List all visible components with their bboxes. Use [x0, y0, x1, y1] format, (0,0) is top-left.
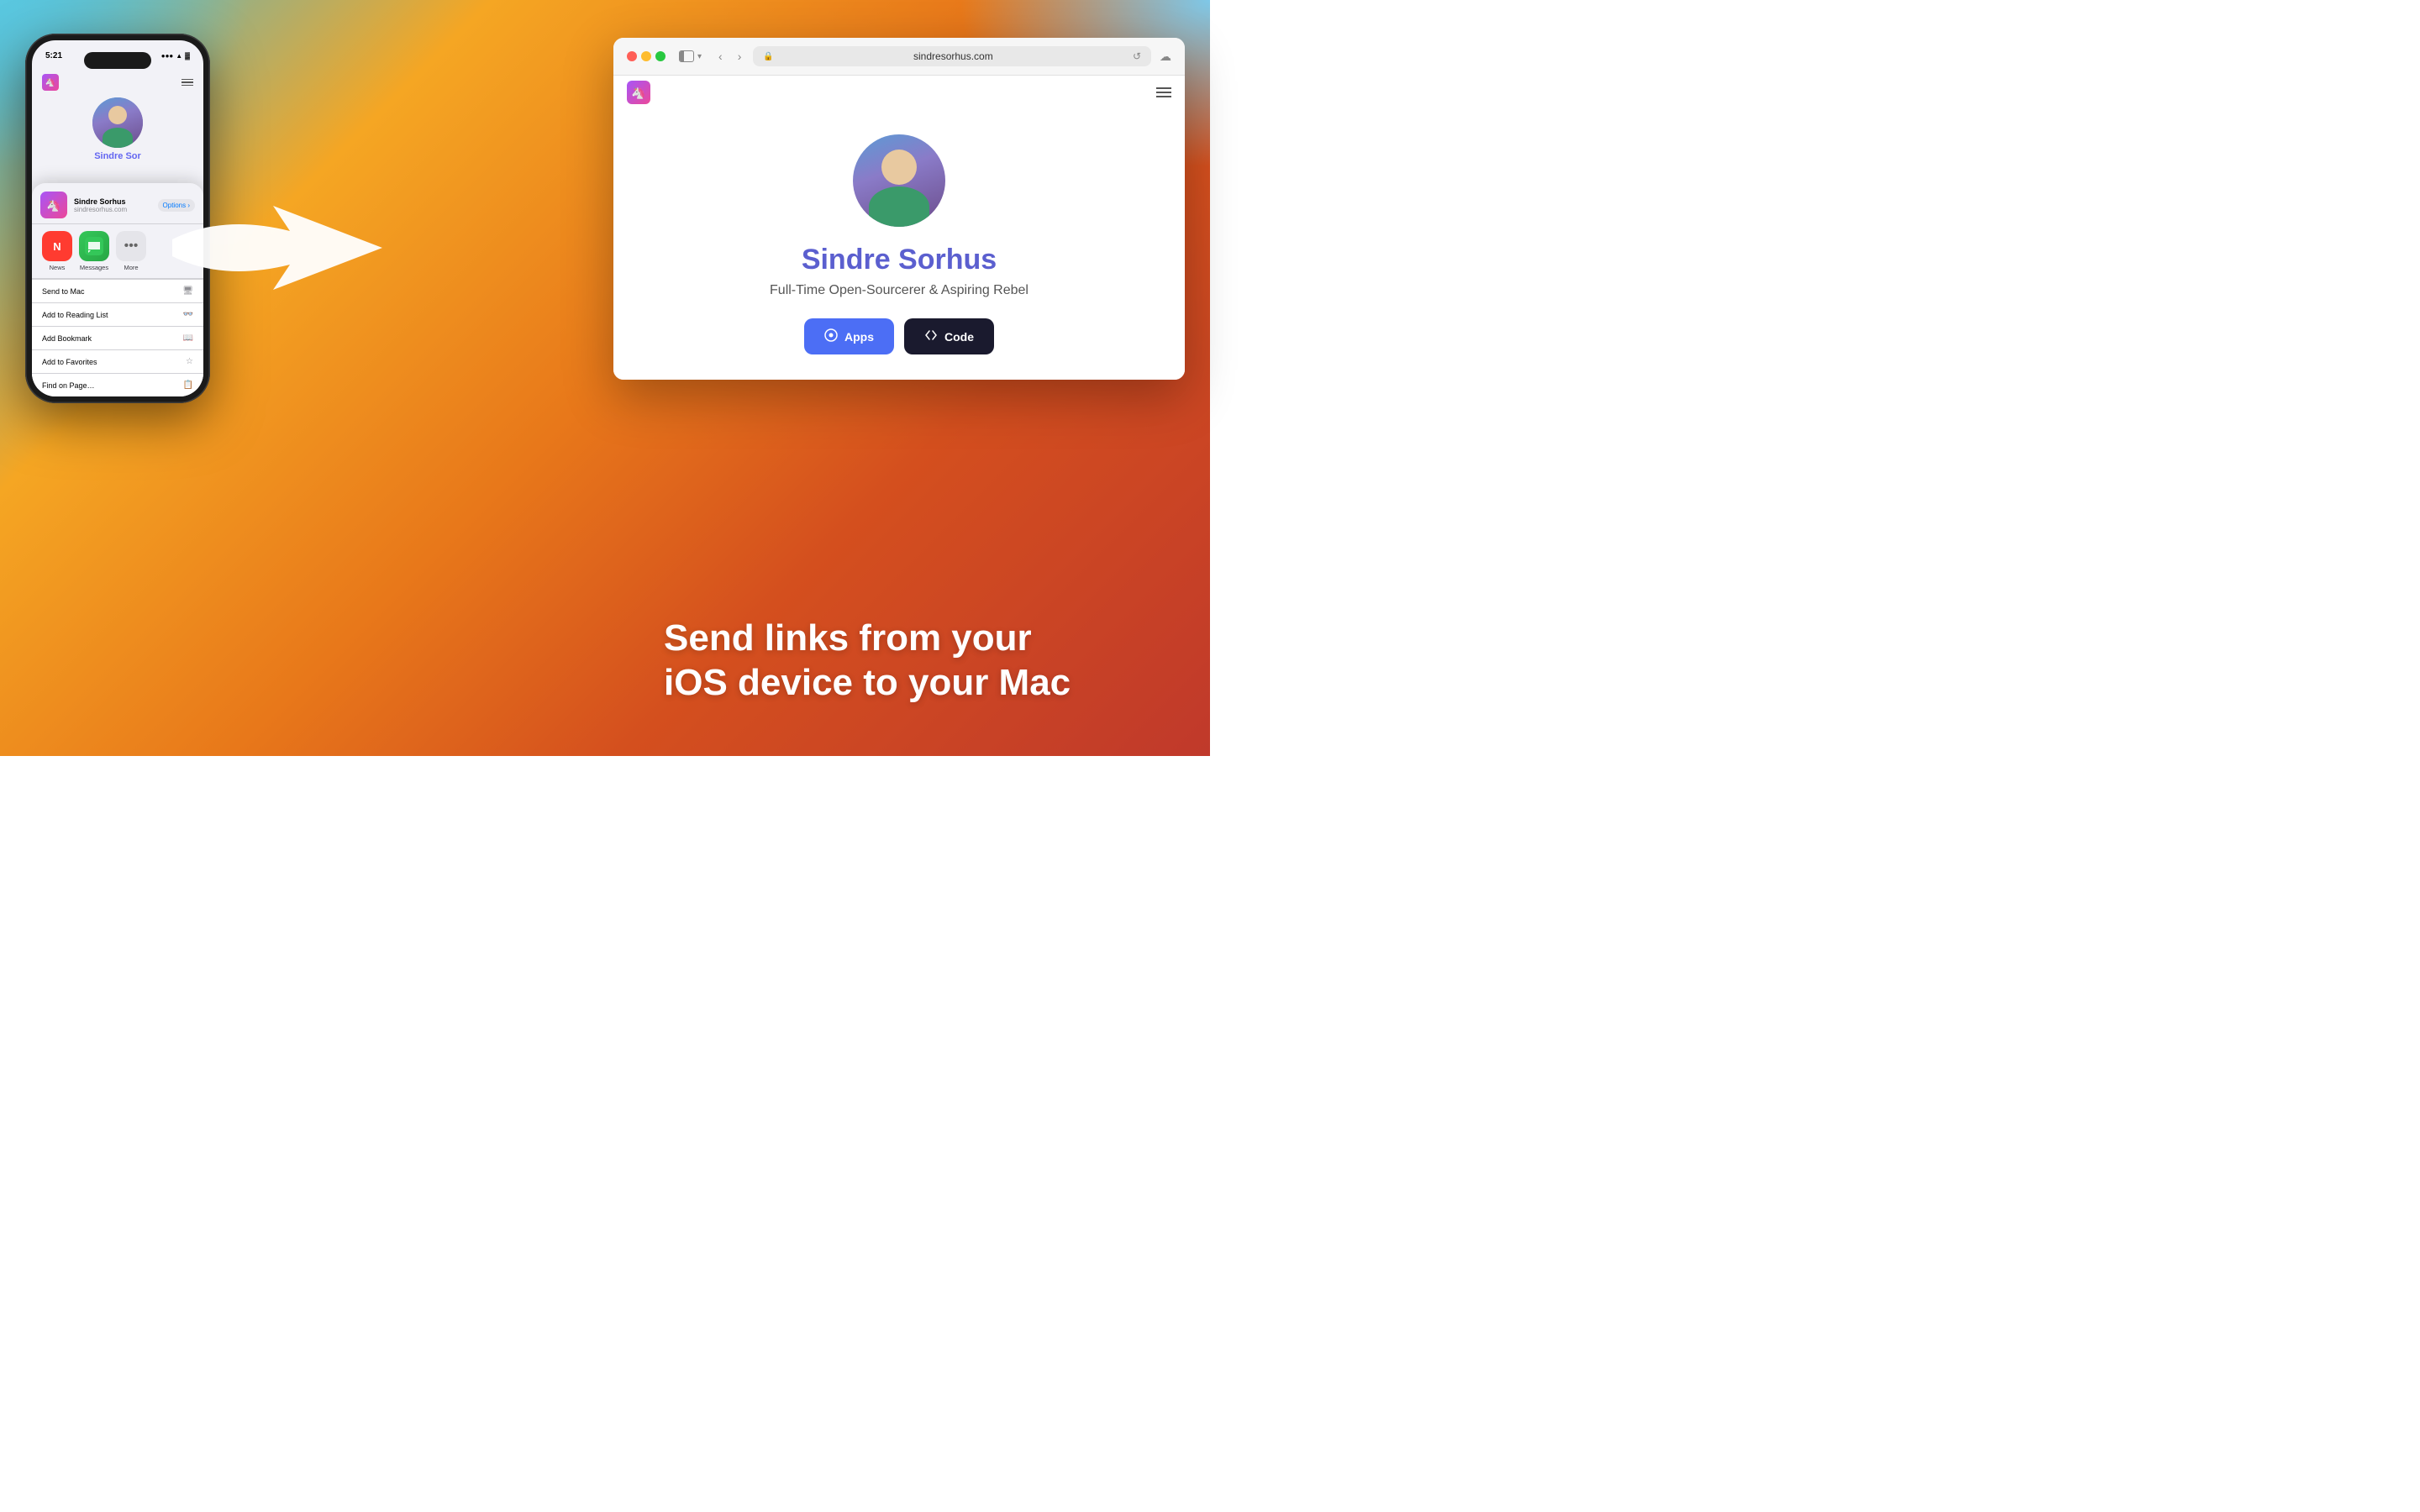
signal-icon: ●●● [161, 52, 174, 60]
minimize-button[interactable] [641, 51, 651, 61]
star-icon: ☆ [186, 357, 193, 366]
browser-window: ▾ ‹ › 🔒 sindresorhus.com ↺ ☁ 🦄 [613, 38, 1185, 380]
forward-button[interactable]: › [734, 48, 745, 65]
phone-avatar [92, 97, 143, 148]
add-favorites-label: Add to Favorites [42, 358, 97, 366]
send-to-mac-label: Send to Mac [42, 287, 85, 296]
browser-person-subtitle: Full-Time Open-Sourcerer & Aspiring Rebe… [770, 283, 1028, 298]
news-app-icon: N [42, 231, 72, 261]
code-button-icon [924, 328, 938, 344]
browser-person-name: Sindre Sorhus [802, 244, 997, 276]
share-menu-favorites[interactable]: Add to Favorites ☆ [32, 350, 203, 374]
browser-content: Sindre Sorhus Full-Time Open-Sourcerer &… [613, 109, 1185, 380]
phone-person-name: Sindre Sor [94, 151, 141, 161]
code-button-label: Code [944, 330, 974, 344]
sidebar-toggle-button[interactable]: ▾ [674, 48, 707, 65]
apps-button-label: Apps [844, 330, 874, 344]
share-app-more[interactable]: ••• More [116, 231, 146, 271]
reading-list-label: Add to Reading List [42, 311, 108, 319]
close-button[interactable] [627, 51, 637, 61]
url-text: sindresorhus.com [779, 50, 1128, 62]
browser-hamburger-button[interactable] [1156, 87, 1171, 97]
headline-line1: Send links from your [664, 617, 1032, 659]
sidebar-panel [680, 51, 684, 61]
back-button[interactable]: ‹ [715, 48, 726, 65]
share-site-icon: 🦄 [40, 192, 67, 218]
headline-text: Send links from your iOS device to your … [664, 617, 1185, 706]
browser-unicorn-logo: 🦄 [627, 81, 650, 104]
find-icon: 📋 [183, 381, 193, 390]
browser-person-body [869, 186, 929, 227]
messages-app-icon [79, 231, 109, 261]
traffic-lights [627, 51, 666, 61]
more-app-icon: ••• [116, 231, 146, 261]
apps-button[interactable]: Apps [804, 318, 894, 354]
wifi-icon: ▲ [176, 52, 182, 60]
browser-page-nav: 🦄 [613, 76, 1185, 109]
browser-avatar-img [853, 134, 945, 227]
share-site-url: sindresorhus.com [74, 206, 151, 213]
headline-line2: iOS device to your Mac [664, 662, 1071, 703]
chevron-down-icon: ▾ [697, 52, 702, 61]
phone-unicorn-icon: 🦄 [42, 74, 59, 91]
sidebar-icon [679, 50, 694, 62]
browser-action-buttons: Apps Code [804, 318, 994, 354]
phone-hamburger [182, 79, 193, 87]
lock-icon: 🔒 [763, 52, 773, 61]
battery-icon: ▓ [185, 52, 190, 60]
person-head [108, 106, 127, 124]
share-site-name: Sindre Sorhus [74, 197, 151, 206]
browser-container: ▾ ‹ › 🔒 sindresorhus.com ↺ ☁ 🦄 [613, 38, 1185, 380]
news-label: News [50, 264, 66, 271]
share-app-messages[interactable]: Messages [79, 231, 109, 271]
code-button[interactable]: Code [904, 318, 994, 354]
arrow-graphic [155, 164, 391, 332]
bookmark-icon: 📖 [183, 333, 193, 343]
share-site-info: Sindre Sorhus sindresorhus.com [74, 197, 151, 213]
browser-person-head [881, 150, 917, 185]
svg-text:N: N [53, 240, 60, 253]
fullscreen-button[interactable] [655, 51, 666, 61]
status-time: 5:21 [45, 51, 62, 60]
headline-container: Send links from your iOS device to your … [664, 617, 1185, 706]
person-body [103, 128, 133, 148]
apps-button-icon [824, 328, 838, 344]
phone-notch [84, 52, 151, 69]
status-icons: ●●● ▲ ▓ [161, 52, 190, 60]
browser-avatar [853, 134, 945, 227]
share-menu-find-on-page[interactable]: Find on Page… 📋 [32, 374, 203, 396]
share-app-news[interactable]: N News [42, 231, 72, 271]
more-label: More [124, 264, 138, 271]
messages-label: Messages [80, 264, 108, 271]
phone-webpage: 🦄 Sindre Sor [32, 67, 203, 170]
browser-toolbar: ▾ ‹ › 🔒 sindresorhus.com ↺ ☁ [613, 38, 1185, 76]
reload-button[interactable]: ↺ [1133, 50, 1141, 62]
find-on-page-label: Find on Page… [42, 381, 95, 390]
phone-avatar-img [92, 97, 143, 148]
address-bar[interactable]: 🔒 sindresorhus.com ↺ [753, 46, 1151, 66]
add-bookmark-label: Add Bookmark [42, 334, 92, 343]
cloud-button[interactable]: ☁ [1160, 50, 1171, 64]
phone-nav-bar: 🦄 [42, 74, 193, 91]
